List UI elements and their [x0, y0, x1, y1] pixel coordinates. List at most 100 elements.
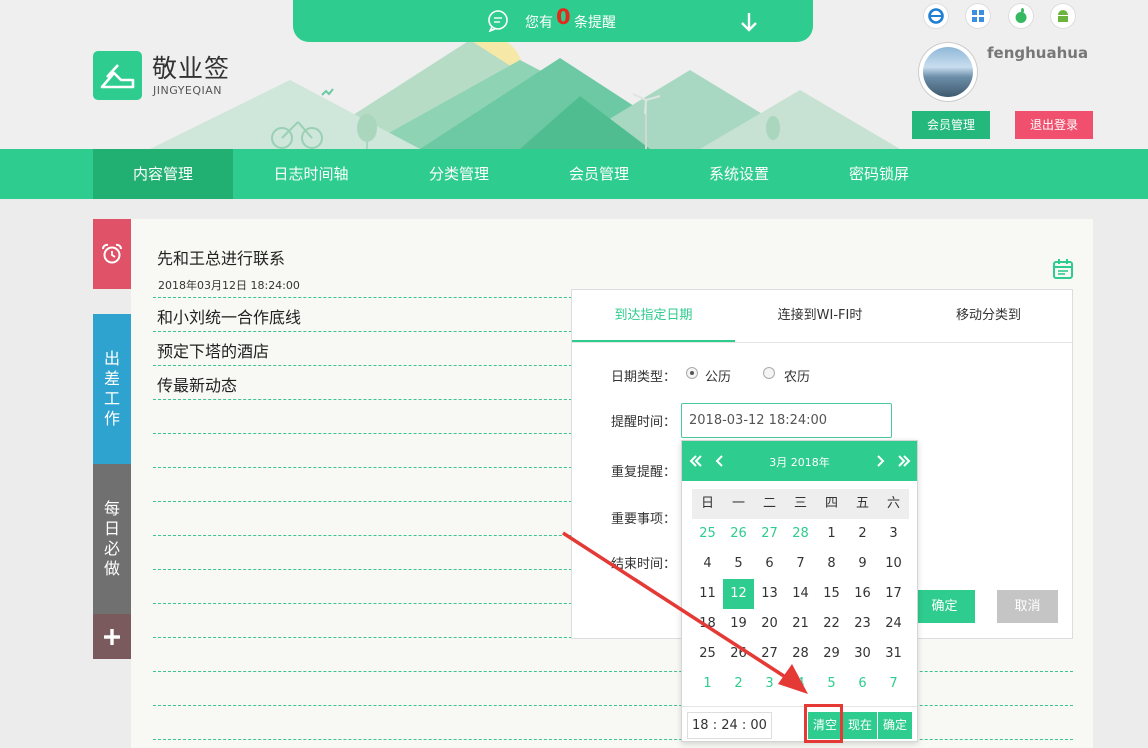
note-item-title[interactable]: 和小刘统一合作底线	[157, 304, 301, 328]
ie-icon[interactable]	[924, 4, 948, 28]
day-cell[interactable]: 21	[785, 609, 816, 639]
remind-time-input[interactable]: 2018-03-12 18:24:00	[681, 403, 892, 438]
day-cell[interactable]: 5	[723, 549, 754, 579]
next-year-icon[interactable]	[896, 453, 912, 469]
day-cell[interactable]: 24	[878, 609, 909, 639]
day-cell[interactable]: 11	[692, 579, 723, 609]
day-cell[interactable]: 26	[723, 639, 754, 669]
day-cell[interactable]: 17	[878, 579, 909, 609]
note-item-date: 2018年03月12日 18:24:00	[158, 279, 300, 292]
picker-grid: 日 一 二 三 四 五 六 25 26 27 28 1 2 3 4 5 6 7 …	[692, 489, 909, 699]
day-cell[interactable]: 7	[785, 549, 816, 579]
day-cell[interactable]: 13	[754, 579, 785, 609]
nav-item-category[interactable]: 分类管理	[389, 149, 529, 199]
weekday-label: 日	[700, 496, 714, 511]
weekday-label: 四	[824, 496, 838, 511]
day-cell[interactable]: 2	[847, 519, 878, 549]
member-management-button[interactable]: 会员管理	[912, 111, 990, 139]
side-tab-daily[interactable]: 每日必做	[93, 464, 131, 614]
weekday-label: 二	[762, 496, 776, 511]
day-cell[interactable]: 27	[754, 519, 785, 549]
day-cell[interactable]: 1	[816, 519, 847, 549]
reminder-notice-bar[interactable]: 您有 0 条提醒	[293, 0, 813, 42]
note-item-title[interactable]: 预定下塔的酒店	[157, 338, 269, 362]
day-cell[interactable]: 18	[692, 609, 723, 639]
day-cell[interactable]: 4	[785, 669, 816, 699]
nav-item-settings[interactable]: 系统设置	[669, 149, 809, 199]
note-item-title[interactable]: 传最新动态	[157, 372, 237, 396]
windows-icon[interactable]	[966, 4, 990, 28]
arrow-down-icon[interactable]	[739, 11, 759, 33]
panel-cancel-button[interactable]: 取消	[997, 590, 1058, 623]
day-cell[interactable]: 23	[847, 609, 878, 639]
day-cell[interactable]: 6	[754, 549, 785, 579]
calendar-icon[interactable]	[1052, 258, 1074, 280]
day-cell[interactable]: 31	[878, 639, 909, 669]
day-cell[interactable]: 15	[816, 579, 847, 609]
day-cell[interactable]: 30	[847, 639, 878, 669]
logout-button[interactable]: 退出登录	[1015, 111, 1093, 139]
day-cell[interactable]: 20	[754, 609, 785, 639]
day-cell[interactable]: 5	[816, 669, 847, 699]
page-header: 您有 0 条提醒 敬业签 JINGYEQIAN fenghuahua 会员管理 …	[0, 0, 1148, 149]
remind-time-label: 提醒时间：	[611, 415, 677, 430]
day-cell[interactable]: 28	[785, 639, 816, 669]
nav-item-member[interactable]: 会员管理	[529, 149, 669, 199]
date-type-label: 日期类型：	[611, 370, 677, 385]
plus-icon	[104, 629, 120, 645]
chat-bubble-icon	[488, 10, 508, 32]
side-tab-business-trip[interactable]: 出差工作	[93, 314, 131, 464]
side-tab-add[interactable]	[93, 614, 131, 659]
tab-move-category[interactable]: 移动分类到	[905, 290, 1072, 342]
logo-subtitle: JINGYEQIAN	[153, 84, 223, 97]
day-cell[interactable]: 4	[692, 549, 723, 579]
day-cell[interactable]: 3	[878, 519, 909, 549]
day-cell[interactable]: 9	[847, 549, 878, 579]
apple-icon[interactable]	[1009, 4, 1033, 28]
day-cell[interactable]: 2	[723, 669, 754, 699]
main-nav: 内容管理 日志时间轴 分类管理 会员管理 系统设置 密码锁屏	[0, 149, 1148, 199]
panel-ok-button[interactable]: 确定	[914, 590, 975, 623]
day-cell[interactable]: 10	[878, 549, 909, 579]
tab-wifi-connect[interactable]: 连接到WI-FI时	[735, 290, 905, 342]
day-cell[interactable]: 3	[754, 669, 785, 699]
day-cell[interactable]: 26	[723, 519, 754, 549]
day-cell[interactable]: 22	[816, 609, 847, 639]
week-row: 25 26 27 28 1 2 3	[692, 519, 909, 549]
day-cell[interactable]: 16	[847, 579, 878, 609]
day-cell[interactable]: 29	[816, 639, 847, 669]
day-cell-selected[interactable]: 12	[723, 579, 754, 609]
now-button[interactable]: 现在	[843, 712, 877, 739]
solar-radio[interactable]	[686, 367, 698, 379]
picker-confirm-button[interactable]: 确定	[878, 712, 912, 739]
day-cell[interactable]: 8	[816, 549, 847, 579]
android-icon[interactable]	[1051, 4, 1075, 28]
day-cell[interactable]: 25	[692, 639, 723, 669]
notice-suffix: 条提醒	[574, 15, 616, 31]
day-cell[interactable]: 14	[785, 579, 816, 609]
nav-item-lock[interactable]: 密码锁屏	[809, 149, 949, 199]
day-cell[interactable]: 19	[723, 609, 754, 639]
side-tab-reminders[interactable]	[93, 219, 131, 289]
lunar-radio[interactable]	[763, 367, 775, 379]
divider	[153, 671, 1073, 672]
tab-specified-date[interactable]: 到达指定日期	[572, 290, 735, 342]
day-cell[interactable]: 27	[754, 639, 785, 669]
day-cell[interactable]: 6	[847, 669, 878, 699]
week-row: 18 19 20 21 22 23 24	[692, 609, 909, 639]
nav-item-content[interactable]: 内容管理	[93, 149, 233, 199]
weekday-label: 六	[886, 496, 900, 511]
day-cell[interactable]: 25	[692, 519, 723, 549]
day-cell[interactable]: 1	[692, 669, 723, 699]
nav-item-timeline[interactable]: 日志时间轴	[241, 149, 381, 199]
weekday-label: 一	[731, 496, 745, 511]
week-row: 1 2 3 4 5 6 7	[692, 669, 909, 699]
time-input[interactable]: 18 : 24 : 00	[687, 712, 772, 739]
note-item-title[interactable]: 先和王总进行联系	[157, 245, 285, 269]
next-month-icon[interactable]	[872, 453, 888, 469]
day-cell[interactable]: 28	[785, 519, 816, 549]
reminder-count: 0	[556, 5, 571, 29]
avatar[interactable]	[919, 43, 977, 101]
day-cell[interactable]: 7	[878, 669, 909, 699]
logo-icon[interactable]	[93, 51, 142, 100]
